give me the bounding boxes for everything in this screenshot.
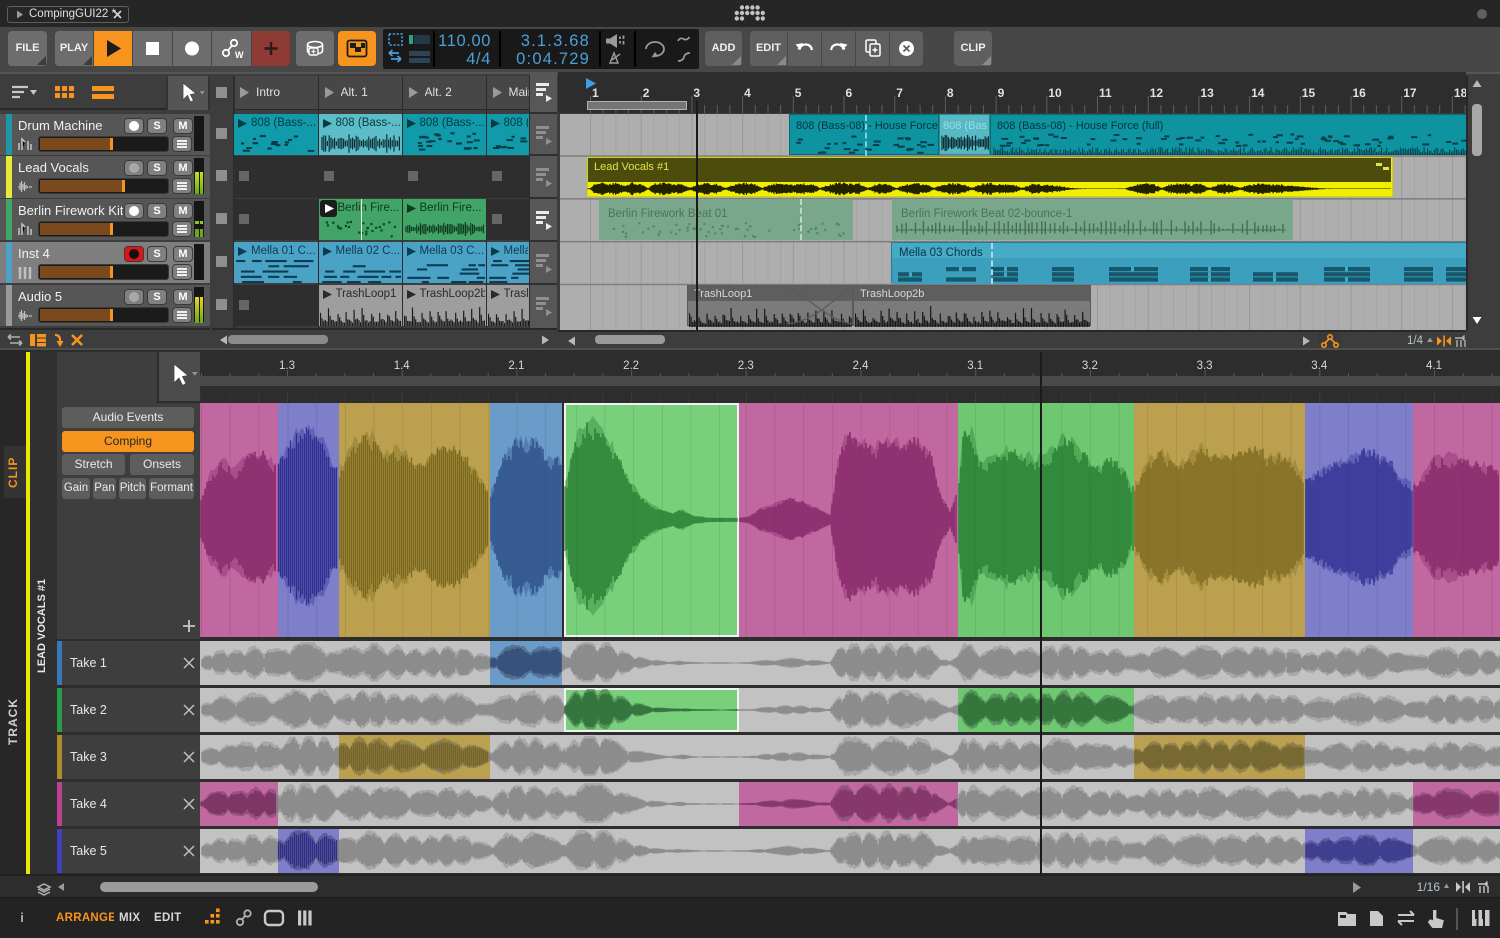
svg-text:W: W (235, 50, 244, 60)
